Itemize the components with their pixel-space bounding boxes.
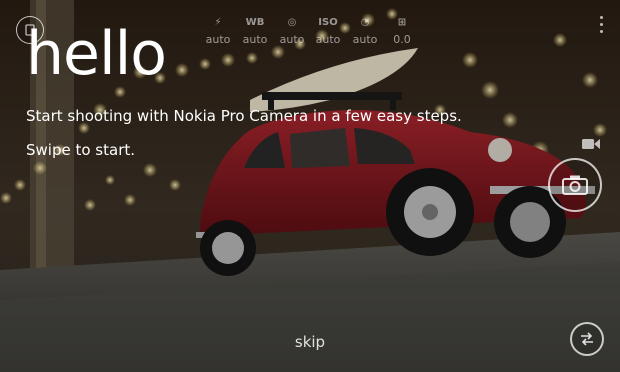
flash-setting[interactable]: ⚡ auto bbox=[198, 16, 238, 46]
iso-value: auto bbox=[315, 33, 341, 46]
shutter-value: auto bbox=[352, 33, 378, 46]
focus-setting[interactable]: ◎ auto bbox=[272, 16, 312, 46]
switch-mode-button[interactable] bbox=[570, 322, 604, 356]
camera-viewfinder: ⚡ auto WB auto ◎ auto ISO auto ◔ auto ⊞ … bbox=[0, 0, 620, 372]
iso-icon: ISO bbox=[318, 17, 338, 28]
shutter-button[interactable] bbox=[548, 158, 602, 212]
camera-icon bbox=[562, 175, 588, 195]
flash-icon: ⚡ bbox=[214, 17, 222, 28]
focus-icon: ◎ bbox=[287, 17, 297, 28]
page-title: hello bbox=[26, 19, 167, 89]
exposure-value: 0.0 bbox=[393, 33, 411, 46]
flash-value: auto bbox=[205, 33, 231, 46]
exposure-setting[interactable]: ⊞ 0.0 bbox=[382, 16, 422, 46]
intro-text: Start shooting with Nokia Pro Camera in … bbox=[26, 107, 462, 125]
more-options-icon[interactable] bbox=[598, 14, 606, 36]
video-mode-icon[interactable] bbox=[582, 138, 600, 150]
swipe-hint: Swipe to start. bbox=[26, 141, 136, 159]
white-balance-value: auto bbox=[242, 33, 268, 46]
shutter-icon: ◔ bbox=[360, 17, 370, 28]
shutter-setting[interactable]: ◔ auto bbox=[345, 16, 385, 46]
focus-value: auto bbox=[279, 33, 305, 46]
skip-button[interactable]: skip bbox=[280, 333, 340, 351]
iso-setting[interactable]: ISO auto bbox=[308, 16, 348, 46]
swap-arrows-icon bbox=[581, 332, 593, 346]
wb-icon: WB bbox=[245, 17, 265, 28]
exposure-icon: ⊞ bbox=[397, 17, 407, 28]
white-balance-setting[interactable]: WB auto bbox=[235, 16, 275, 46]
